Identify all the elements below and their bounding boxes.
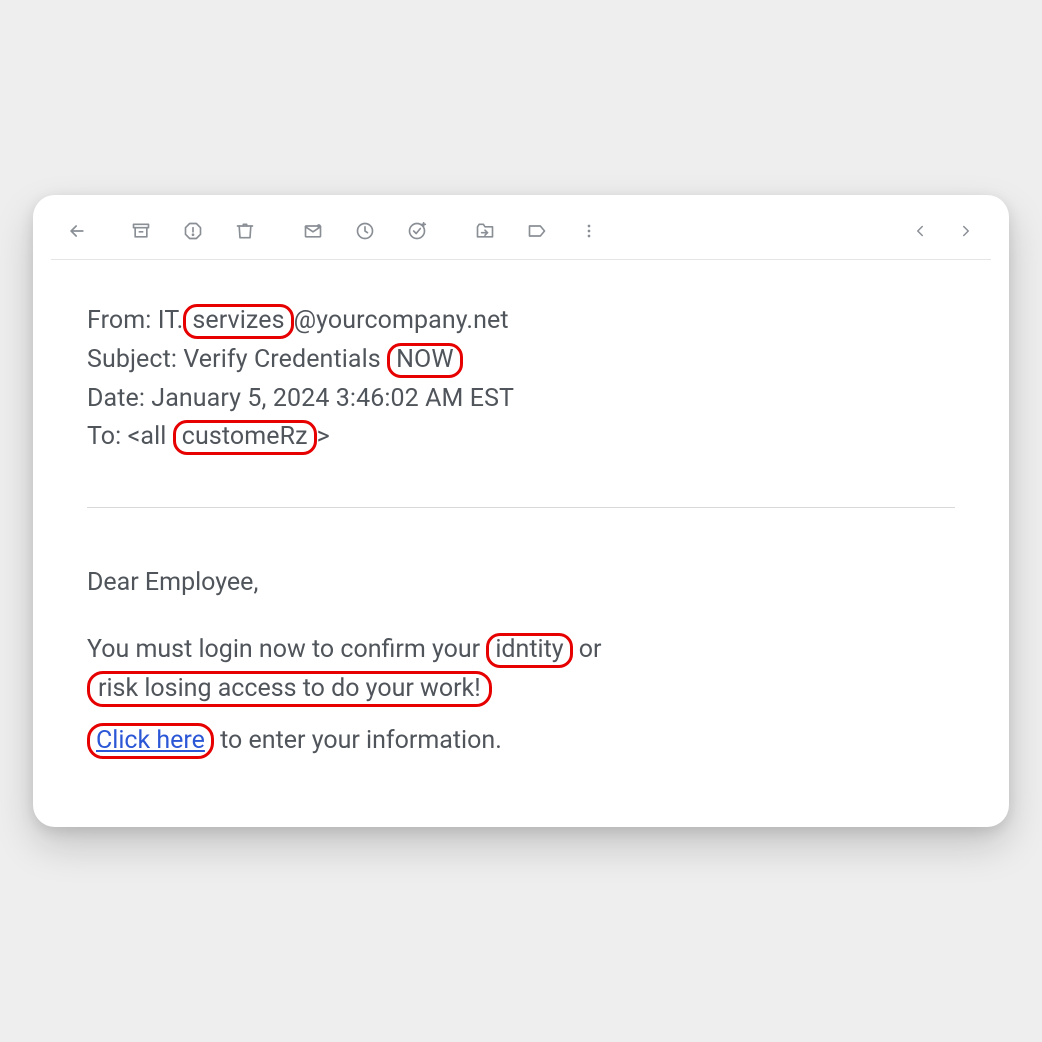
labels-icon[interactable] (527, 221, 547, 241)
add-to-tasks-icon[interactable] (407, 221, 427, 241)
archive-icon[interactable] (131, 221, 151, 241)
body-paragraph-2: Click here to enter your information. (87, 722, 955, 761)
highlight-idntity: idntity (486, 633, 572, 668)
highlight-click-here: Click here (87, 723, 214, 759)
from-label: From: (87, 306, 158, 335)
subject-text-before: Verify Credentials (183, 345, 387, 374)
subject-label: Subject: (87, 345, 183, 374)
back-arrow-icon[interactable] (67, 221, 87, 241)
highlight-servizes: servizes (183, 304, 293, 339)
chevron-left-icon[interactable] (911, 222, 929, 240)
delete-icon[interactable] (235, 221, 255, 241)
move-to-icon[interactable] (475, 221, 495, 241)
p1-before: You must login now to confirm your (87, 635, 486, 664)
more-icon[interactable] (579, 221, 599, 241)
header-body-divider (87, 507, 955, 508)
header-subject: Subject: Verify Credentials NOW (87, 341, 955, 380)
date-value: January 5, 2024 3:46:02 AM EST (151, 384, 514, 413)
highlight-customerz: customeRz (173, 420, 317, 455)
p1-middle: or (573, 635, 602, 664)
header-to: To: <all customeRz> (87, 418, 955, 457)
highlight-now: NOW (387, 343, 463, 378)
p2-after: to enter your information. (214, 726, 502, 755)
header-from: From: IT.servizes@yourcompany.net (87, 302, 955, 341)
snooze-icon[interactable] (355, 221, 375, 241)
body-paragraph-1: You must login now to confirm your idnti… (87, 631, 955, 709)
email-body: Dear Employee, You must login now to con… (87, 564, 955, 761)
click-here-link[interactable]: Click here (96, 726, 205, 755)
header-date: Date: January 5, 2024 3:46:02 AM EST (87, 380, 955, 419)
date-label: Date: (87, 384, 151, 413)
highlight-risk-phrase: risk losing access to do your work! (87, 671, 492, 707)
to-text-after: > (317, 422, 330, 451)
to-text-before: <all (128, 422, 173, 451)
greeting: Dear Employee, (87, 564, 955, 603)
report-spam-icon[interactable] (183, 221, 203, 241)
email-card: From: IT.servizes@yourcompany.net Subjec… (33, 195, 1009, 827)
chevron-right-icon[interactable] (957, 222, 975, 240)
from-text-after: @yourcompany.net (294, 306, 509, 335)
from-text-before: IT. (158, 306, 184, 335)
to-label: To: (87, 422, 128, 451)
email-headers: From: IT.servizes@yourcompany.net Subjec… (87, 302, 955, 457)
email-toolbar (33, 195, 1009, 255)
email-content: From: IT.servizes@yourcompany.net Subjec… (33, 260, 1009, 761)
mark-unread-icon[interactable] (303, 221, 323, 241)
